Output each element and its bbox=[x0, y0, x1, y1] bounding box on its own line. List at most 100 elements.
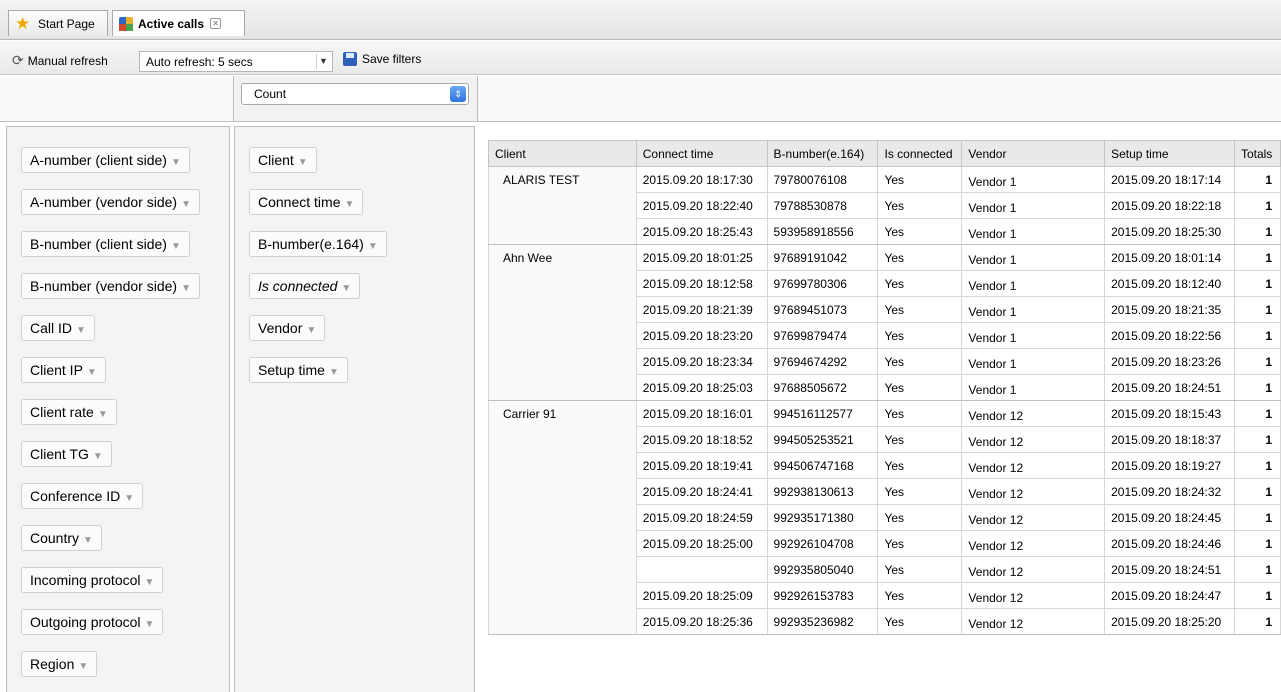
vendor-cell: Vendor 1 bbox=[961, 270, 1106, 297]
field-chip[interactable]: A-number (vendor side) ▼ bbox=[21, 189, 200, 215]
chevron-down-icon: ▼ bbox=[181, 283, 191, 294]
client-cell: ALARIS TEST bbox=[488, 166, 637, 245]
field-chip[interactable]: Country ▼ bbox=[21, 525, 102, 551]
tab-active-calls[interactable]: Active calls ✕ bbox=[112, 10, 245, 36]
auto-refresh-select[interactable]: Auto refresh: 5 secs ▼ bbox=[139, 51, 333, 72]
total-cell: 1 bbox=[1233, 478, 1281, 505]
table-header-row: Client Connect time B-number(e.164) Is c… bbox=[488, 140, 1281, 167]
total-cell: 1 bbox=[1233, 348, 1281, 375]
total-cell: 1 bbox=[1233, 296, 1281, 323]
connect-time-cell: 2015.09.20 18:23:20 bbox=[635, 322, 768, 349]
vendor-cell: Vendor 1 bbox=[961, 322, 1106, 349]
setup-time-cell: 2015.09.20 18:24:51 bbox=[1104, 556, 1235, 583]
save-filters-button[interactable]: Save filters bbox=[343, 52, 421, 66]
row-field-chip[interactable]: Is connected ▼ bbox=[249, 273, 361, 299]
tab-label: Active calls bbox=[138, 16, 205, 31]
column-header[interactable]: Client bbox=[488, 140, 637, 167]
field-chip[interactable]: B-number (client side) ▼ bbox=[21, 231, 190, 257]
is-connected-cell: Yes bbox=[877, 166, 963, 193]
chevron-down-icon: ▼ bbox=[297, 157, 308, 168]
column-header[interactable]: Vendor bbox=[961, 140, 1106, 167]
row-field-chip[interactable]: Vendor ▼ bbox=[249, 315, 326, 341]
vendor-cell: Vendor 12 bbox=[961, 400, 1106, 427]
field-chip[interactable]: A-number (client side) ▼ bbox=[21, 147, 190, 173]
available-fields-panel: A-number (client side) ▼ A-number (vendor… bbox=[6, 126, 230, 692]
chevron-down-icon: ▼ bbox=[170, 241, 181, 252]
vendor-cell: Vendor 1 bbox=[961, 374, 1106, 401]
chevron-down-icon: ▼ bbox=[92, 451, 103, 462]
total-cell: 1 bbox=[1233, 530, 1281, 557]
connect-time-cell: 2015.09.20 18:25:09 bbox=[635, 582, 768, 609]
manual-refresh-button[interactable]: ⟳ Manual refresh bbox=[12, 52, 108, 69]
setup-time-cell: 2015.09.20 18:24:32 bbox=[1104, 478, 1235, 505]
field-chip[interactable]: Client IP ▼ bbox=[21, 357, 106, 383]
b-number-cell: 97689191042 bbox=[766, 244, 879, 271]
connect-time-cell: 2015.09.20 18:24:59 bbox=[635, 504, 768, 531]
vendor-cell: Vendor 12 bbox=[961, 582, 1106, 609]
column-header[interactable]: Is connected bbox=[877, 140, 963, 167]
total-cell: 1 bbox=[1233, 582, 1281, 609]
connect-time-cell bbox=[635, 556, 768, 583]
field-chip[interactable]: B-number (vendor side) ▼ bbox=[21, 273, 200, 299]
chevron-down-icon: ▼ bbox=[86, 367, 97, 378]
column-header[interactable]: Totals bbox=[1233, 140, 1281, 167]
pivot-table-container: Client Connect time B-number(e.164) Is c… bbox=[488, 140, 1281, 692]
total-cell: 1 bbox=[1233, 322, 1281, 349]
b-number-cell: 97699879474 bbox=[766, 322, 879, 349]
is-connected-cell: Yes bbox=[877, 192, 963, 219]
tab-start-page[interactable]: ★ Start Page bbox=[8, 10, 108, 36]
connect-time-cell: 2015.09.20 18:25:03 bbox=[635, 374, 768, 401]
measure-select[interactable]: Count ⇕ bbox=[241, 83, 469, 105]
field-chip[interactable]: Conference ID ▼ bbox=[21, 483, 144, 509]
chevron-down-icon: ▼ bbox=[344, 199, 355, 210]
field-chip[interactable]: Incoming protocol ▼ bbox=[21, 567, 164, 593]
column-header[interactable]: Setup time bbox=[1104, 140, 1235, 167]
setup-time-cell: 2015.09.20 18:24:45 bbox=[1104, 504, 1235, 531]
vendor-cell: Vendor 12 bbox=[961, 452, 1106, 479]
grid-icon bbox=[119, 16, 133, 31]
row-field-chip[interactable]: Connect time ▼ bbox=[249, 189, 364, 215]
column-header[interactable]: B-number(e.164) bbox=[766, 140, 879, 167]
field-chip[interactable]: Call ID ▼ bbox=[21, 315, 95, 341]
pivot-table: Client Connect time B-number(e.164) Is c… bbox=[488, 140, 1281, 635]
vendor-cell: Vendor 1 bbox=[961, 166, 1106, 193]
floppy-disk-icon bbox=[343, 52, 357, 66]
toolbar: ⟳ Manual refresh Auto refresh: 5 secs ▼ … bbox=[0, 41, 1281, 75]
row-field-chip[interactable]: Setup time ▼ bbox=[249, 357, 348, 383]
connect-time-cell: 2015.09.20 18:21:39 bbox=[635, 296, 768, 323]
connect-time-cell: 2015.09.20 18:17:30 bbox=[635, 166, 768, 193]
client-cell: Carrier 91 bbox=[488, 400, 637, 635]
b-number-cell: 97699780306 bbox=[766, 270, 879, 297]
setup-time-cell: 2015.09.20 18:25:30 bbox=[1104, 218, 1235, 245]
chevron-down-icon: ▼ bbox=[367, 241, 378, 252]
b-number-cell: 97689451073 bbox=[766, 296, 879, 323]
total-cell: 1 bbox=[1233, 426, 1281, 453]
close-icon[interactable]: ✕ bbox=[210, 18, 222, 29]
field-chip[interactable]: Client rate ▼ bbox=[21, 399, 117, 425]
is-connected-cell: Yes bbox=[877, 556, 963, 583]
total-cell: 1 bbox=[1233, 608, 1281, 635]
setup-time-cell: 2015.09.20 18:19:27 bbox=[1104, 452, 1235, 479]
setup-time-cell: 2015.09.20 18:24:47 bbox=[1104, 582, 1235, 609]
row-field-chip[interactable]: B-number(e.164) ▼ bbox=[249, 231, 387, 257]
vendor-cell: Vendor 12 bbox=[961, 608, 1106, 635]
total-cell: 1 bbox=[1233, 452, 1281, 479]
row-field-chip[interactable]: Client ▼ bbox=[249, 147, 317, 173]
setup-time-cell: 2015.09.20 18:22:56 bbox=[1104, 322, 1235, 349]
total-cell: 1 bbox=[1233, 400, 1281, 427]
field-chip[interactable]: Client TG ▼ bbox=[21, 441, 112, 467]
column-header[interactable]: Connect time bbox=[635, 140, 768, 167]
setup-time-cell: 2015.09.20 18:01:14 bbox=[1104, 244, 1235, 271]
chevron-down-icon: ▼ bbox=[341, 283, 352, 294]
b-number-cell: 992926104708 bbox=[766, 530, 879, 557]
chevron-down-icon[interactable]: ▼ bbox=[316, 54, 330, 69]
field-chip[interactable]: Region ▼ bbox=[21, 651, 98, 677]
b-number-cell: 994516112577 bbox=[766, 400, 879, 427]
field-chip[interactable]: Outgoing protocol ▼ bbox=[21, 609, 164, 635]
column-fields-area bbox=[478, 76, 1281, 122]
is-connected-cell: Yes bbox=[877, 218, 963, 245]
vendor-cell: Vendor 1 bbox=[961, 192, 1106, 219]
vendor-cell: Vendor 1 bbox=[961, 348, 1106, 375]
vendor-cell: Vendor 12 bbox=[961, 504, 1106, 531]
vendor-cell: Vendor 1 bbox=[961, 244, 1106, 271]
